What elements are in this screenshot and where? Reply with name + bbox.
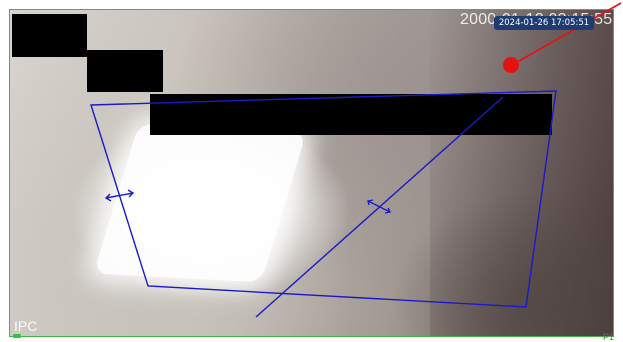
red-dot-marker-icon [503, 57, 519, 73]
detection-overlay [90, 2, 622, 318]
detection-region[interactable] [90, 90, 557, 308]
annotation-pointer-line [511, 2, 622, 66]
tripwire-direction-arrow-icon [367, 199, 392, 214]
region-direction-arrow-icon [104, 189, 135, 202]
camera-viewer: 2000-01-12 03:15:55 IPC P1 2024-01-26 17… [0, 0, 623, 342]
timestamp-badge: 2024-01-26 17:05:51 [494, 16, 594, 30]
